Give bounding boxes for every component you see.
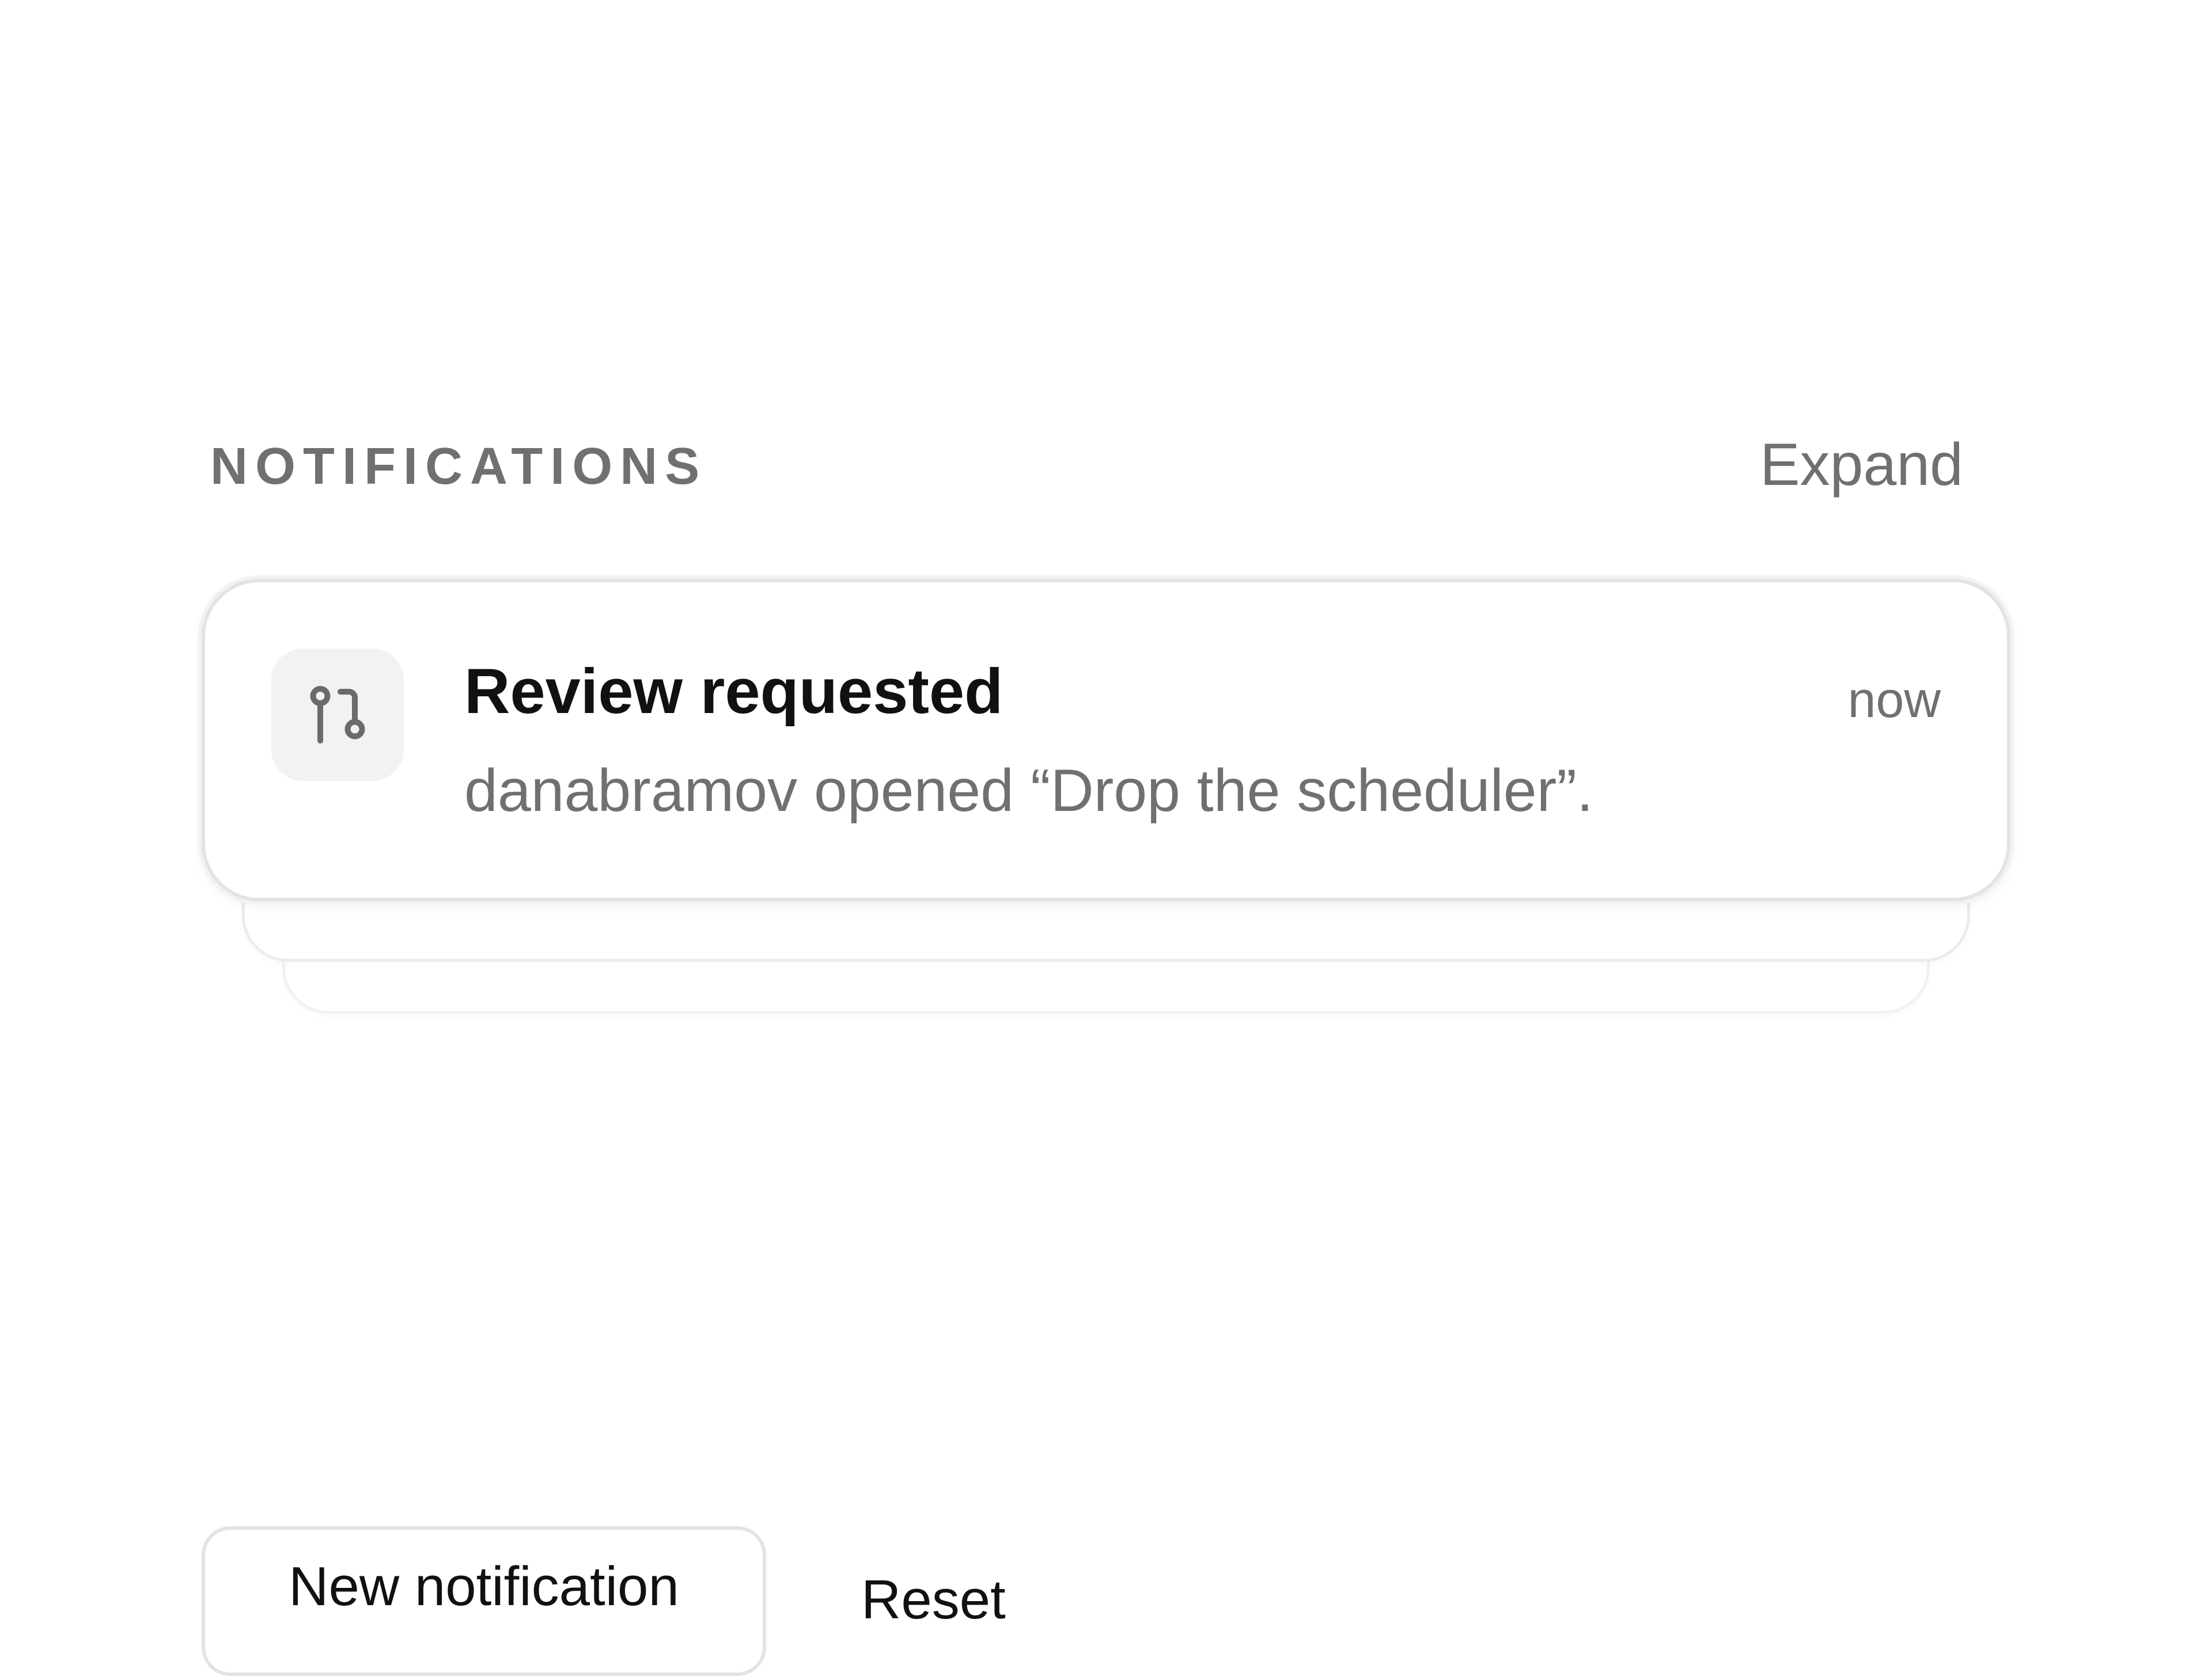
expand-button[interactable]: Expand — [1760, 435, 1963, 495]
notification-card[interactable]: Review requested now danabramov opened “… — [202, 579, 2010, 901]
notification-timestamp: now — [1847, 671, 1941, 728]
new-notification-button[interactable]: New notification — [202, 1526, 766, 1676]
notification-message: danabramov opened “Drop the scheduler”. — [464, 757, 1593, 824]
notification-icon-container — [271, 649, 404, 781]
notification-title: Review requested — [464, 656, 1003, 727]
reset-button[interactable]: Reset — [861, 1572, 1006, 1628]
notifications-heading: NOTIFICATIONS — [210, 438, 707, 495]
git-pull-request-icon — [310, 686, 365, 744]
